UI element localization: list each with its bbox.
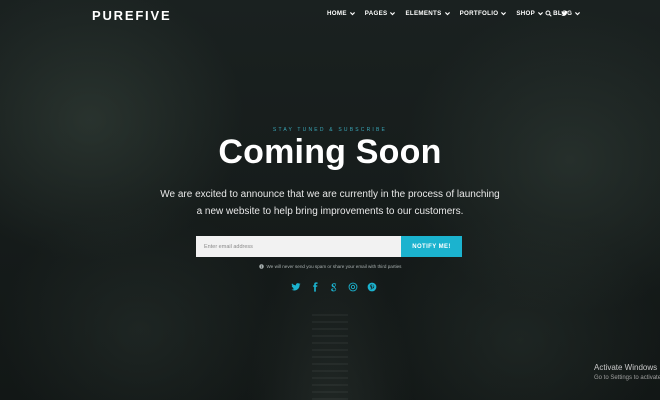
nav-item-label: PAGES — [364, 10, 388, 17]
pinterest-link[interactable] — [366, 281, 377, 292]
nav-item-label: PORTFOLIO — [459, 10, 499, 17]
twitter-link[interactable] — [290, 281, 301, 292]
nav-item-shop[interactable]: SHOP — [516, 10, 544, 17]
instagram-link[interactable] — [347, 281, 358, 292]
privacy-note-text: We will never send you spam or share you… — [266, 264, 402, 269]
header-icons — [545, 10, 568, 17]
nav-item-label: ELEMENTS — [405, 10, 442, 17]
social-links — [290, 281, 377, 292]
chevron-down-icon — [538, 12, 544, 16]
nav-item-label: SHOP — [516, 10, 536, 17]
description: We are excited to announce that we are c… — [160, 186, 500, 220]
twitter-icon — [290, 282, 301, 290]
nav-item-label: HOME — [327, 10, 347, 17]
search-icon[interactable] — [545, 10, 552, 17]
nav-item-elements[interactable]: ELEMENTS — [405, 10, 450, 17]
chevron-down-icon — [390, 12, 396, 16]
chevron-down-icon — [349, 12, 355, 16]
subscribe-form: NOTIFY ME! — [196, 236, 462, 257]
privacy-note: We will never send you spam or share you… — [0, 264, 660, 269]
main-nav: HOME PAGES ELEMENTS PORTFOLIO SHOP BLOG — [327, 10, 581, 17]
description-line-2: a new website to help bring improvements… — [196, 206, 464, 217]
google-plus-link[interactable] — [328, 281, 339, 292]
info-icon — [258, 264, 264, 269]
brand-logo[interactable]: PUREFIVE — [92, 8, 171, 23]
watermark-subtitle: Go to Settings to activate — [594, 375, 660, 381]
chevron-down-icon — [501, 12, 507, 16]
nav-item-portfolio[interactable]: PORTFOLIO — [460, 10, 508, 17]
notify-button[interactable]: NOTIFY ME! — [401, 236, 462, 257]
twitter-icon[interactable] — [561, 10, 568, 17]
nav-item-pages[interactable]: PAGES — [365, 10, 397, 17]
page-title: Coming Soon — [218, 133, 442, 171]
chevron-down-icon — [575, 12, 581, 16]
nav-item-home[interactable]: HOME — [327, 10, 356, 17]
facebook-link[interactable] — [309, 281, 320, 292]
email-input[interactable] — [196, 236, 401, 257]
google-plus-icon — [330, 282, 336, 291]
pinterest-icon — [367, 282, 376, 291]
facebook-icon — [312, 281, 317, 292]
instagram-icon — [348, 282, 357, 291]
windows-activation-watermark: Activate Windows Go to Settings to activ… — [594, 363, 660, 383]
chevron-down-icon — [444, 12, 450, 16]
watermark-title: Activate Windows — [594, 363, 658, 372]
description-line-1: We are excited to announce that we are c… — [160, 189, 500, 200]
